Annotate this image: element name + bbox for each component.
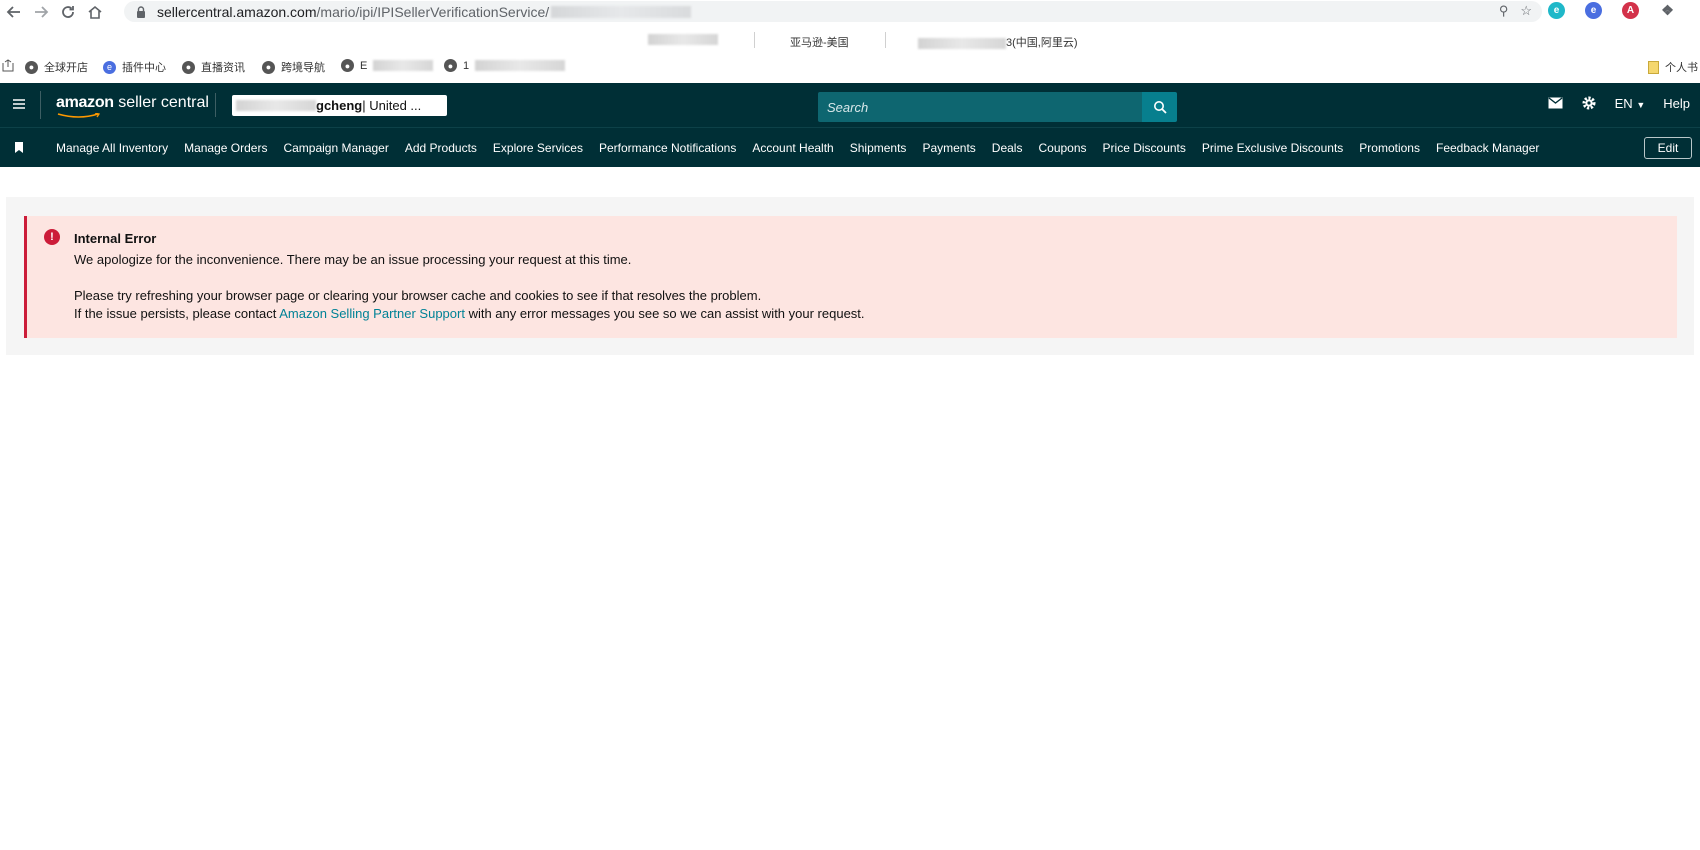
address-bar[interactable]: sellercentral.amazon.com/mario/ipi/IPISe… [124,1,1542,22]
account-switcher[interactable]: gcheng | United ... [232,95,447,116]
share-icon[interactable] [2,59,14,72]
alert-suggestion: Please try refreshing your browser page … [74,288,762,303]
bookmark-item[interactable]: ● 直播资讯 [182,59,245,75]
language-selector[interactable]: EN ▼ [1615,96,1646,111]
redacted-tab[interactable] [648,34,718,45]
search-input[interactable]: Search [818,92,1143,122]
bookmark-label: 全球开店 [44,62,88,74]
language-label: EN [1614,95,1633,111]
alert-contact: If the issue persists, please contact Am… [74,306,865,321]
bookmark-item[interactable]: ● 全球开店 [25,59,88,75]
support-link[interactable]: Amazon Selling Partner Support [279,306,465,321]
star-icon[interactable]: ☆ [1520,3,1532,19]
help-link[interactable]: Help [1663,96,1690,111]
bookmark-item[interactable]: ● E [341,59,434,72]
nav-item-feedback-manager[interactable]: Feedback Manager [1436,141,1539,155]
nav-item-promotions[interactable]: Promotions [1359,141,1420,155]
amazon-smile-logo [57,113,101,118]
back-icon[interactable] [0,1,27,23]
bookmark-label: 插件中心 [122,62,166,74]
extension-icon[interactable]: A [1622,2,1639,19]
nav-item-account-health[interactable]: Account Health [752,141,833,155]
seller-central-header: amazon seller central gcheng | United ..… [0,83,1700,127]
hamburger-menu-icon[interactable] [12,97,26,111]
forward-icon[interactable] [27,1,54,23]
nav-items: Manage All Inventory Manage Orders Campa… [56,141,1539,155]
nav-item-deals[interactable]: Deals [992,141,1023,155]
key-icon[interactable]: ⚲ [1499,3,1509,19]
globe-icon: ● [341,59,354,72]
alert-contact-pre: If the issue persists, please contact [74,306,280,321]
url-path: /mario/ipi/IPISellerVerificationService/ [316,3,550,20]
bookmark-label: E [360,59,368,72]
bookmark-label: 1 [463,59,470,72]
bookmark-label: 跨境导航 [281,62,325,74]
folder-icon [1648,60,1659,74]
search-icon [1153,101,1167,114]
search-button[interactable] [1142,92,1177,122]
alert-contact-post: with any error messages you see so we ca… [464,306,865,321]
nav-item-manage-orders[interactable]: Manage Orders [184,141,267,155]
extension-icon[interactable]: e [1585,2,1602,19]
reload-icon[interactable] [54,1,81,23]
chevron-down-icon: ▼ [1636,99,1646,110]
redacted-url [551,5,692,18]
bookmark-item[interactable]: ● 跨境导航 [262,59,325,75]
globe-icon: ● [262,60,275,74]
nav-item-explore-services[interactable]: Explore Services [493,141,583,155]
bookmark-folder[interactable]: 个人书 [1648,59,1698,75]
home-icon[interactable] [81,1,108,23]
nav-item-manage-all-inventory[interactable]: Manage All Inventory [56,141,168,155]
seller-central-logo[interactable]: amazon seller central [56,94,209,112]
tab-strip: 亚马逊-美国 3(中国,阿里云) [0,28,1700,54]
gear-icon[interactable] [1581,95,1597,111]
globe-icon: ● [182,60,195,74]
alert-title: Internal Error [74,231,157,246]
alert-message: We apologize for the inconvenience. Ther… [74,252,632,267]
nav-item-price-discounts[interactable]: Price Discounts [1103,141,1186,155]
tab-amazon-us[interactable]: 亚马逊-美国 [790,34,849,50]
mail-icon[interactable] [1548,97,1563,109]
nav-item-shipments[interactable]: Shipments [850,141,907,155]
nav-item-add-products[interactable]: Add Products [405,141,477,155]
nav-item-payments[interactable]: Payments [922,141,975,155]
tab-server[interactable]: 3(中国,阿里云) [918,34,1078,50]
globe-icon: ● [25,60,38,74]
logo-product: seller central [113,94,209,111]
navigation-bar: Manage All Inventory Manage Orders Campa… [0,127,1700,167]
puzzle-icon[interactable]: ❖ [1659,2,1676,19]
nav-item-coupons[interactable]: Coupons [1038,141,1086,155]
redacted-account [236,100,316,111]
error-alert: ! Internal Error We apologize for the in… [24,216,1677,338]
nav-item-prime-exclusive-discounts[interactable]: Prime Exclusive Discounts [1202,141,1343,155]
tab-server-label: 3(中国,阿里云) [1006,37,1078,49]
bookmark-label: 直播资讯 [201,62,245,74]
nav-item-campaign-manager[interactable]: Campaign Manager [283,141,388,155]
bookmark-folder-label: 个人书 [1665,62,1698,74]
error-icon: ! [44,229,60,245]
globe-icon: ● [444,59,457,72]
bookmark-item[interactable]: ● 1 [444,59,566,72]
bookmark-item[interactable]: e 插件中心 [103,59,166,75]
lock-icon [137,5,145,18]
nav-item-performance-notifications[interactable]: Performance Notifications [599,141,736,155]
logo-brand: amazon [56,94,114,111]
extension-icon[interactable]: e [1548,2,1565,19]
account-name: gcheng [316,98,363,113]
browser-toolbar: sellercentral.amazon.com/mario/ipi/IPISe… [0,0,1700,24]
main-content: ! Internal Error We apologize for the in… [6,197,1694,355]
bookmarks-bar: ● 全球开店 e 插件中心 ● 直播资讯 ● 跨境导航 ● E ● 1 个人书 [0,54,1700,78]
account-region: | United ... [362,98,422,113]
plugin-icon: e [103,60,116,74]
url-host: sellercentral.amazon.com [157,3,317,20]
edit-nav-button[interactable]: Edit [1644,137,1692,159]
bookmark-icon[interactable] [14,142,24,153]
